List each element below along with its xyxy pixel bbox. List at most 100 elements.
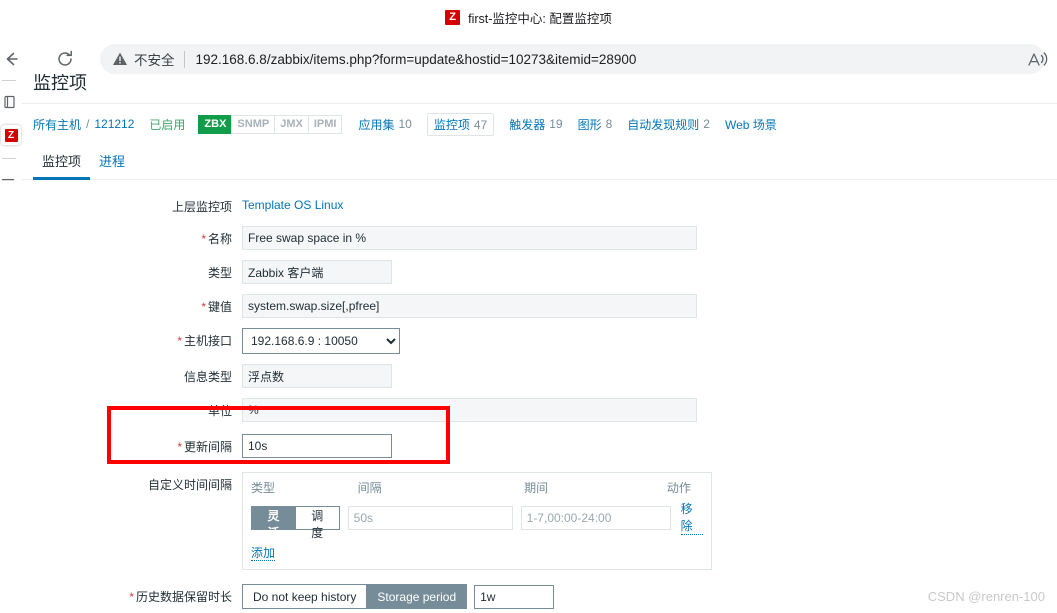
custom-interval-row: 灵活 调度 移除 xyxy=(251,500,703,540)
breadcrumb-items-label[interactable]: 监控项 xyxy=(434,116,470,133)
history-do-not-keep[interactable]: Do not keep history xyxy=(243,585,367,608)
custom-intervals-table: 类型 间隔 期间 动作 灵活 调度 移除 xyxy=(242,472,712,570)
interval-type-scheduled[interactable]: 调度 xyxy=(295,506,339,540)
field-parent-item: 上层监控项 Template OS Linux xyxy=(22,194,1057,216)
zabbix-favicon-icon: Z xyxy=(445,9,461,25)
breadcrumb-graphs-label[interactable]: 图形 xyxy=(578,116,602,133)
breadcrumb: 所有主机 / 121212 已启用 ZBX SNMP JMX IPMI 应用集 … xyxy=(22,104,1057,144)
units-label: 单位 xyxy=(207,404,232,418)
url-text[interactable]: 192.168.6.8/zabbix/items.php?form=update… xyxy=(196,52,1040,67)
breadcrumb-graphs-count: 8 xyxy=(605,117,613,131)
address-bar[interactable]: 不安全 192.168.6.8/zabbix/items.php?form=up… xyxy=(100,44,1045,74)
host-status-label[interactable]: 已启用 xyxy=(149,116,185,133)
breadcrumb-items-count: 47 xyxy=(473,117,488,132)
required-marker: * xyxy=(177,440,182,454)
page-header: 监控项 xyxy=(22,74,1057,104)
history-mode-toggle: Do not keep history Storage period xyxy=(242,584,468,609)
badge-jmx: JMX xyxy=(274,114,309,134)
read-aloud-icon[interactable] xyxy=(1025,48,1051,72)
browser-tab[interactable]: Z first-监控中心: 配置监控项 xyxy=(0,0,1057,34)
interval-type-flexible[interactable]: 灵活 xyxy=(252,506,295,540)
field-history: * 历史数据保留时长 Do not keep history Storage pe… xyxy=(22,584,1057,609)
key-label-text: 键值 xyxy=(207,300,232,314)
breadcrumb-applications-count: 10 xyxy=(398,117,412,131)
units-input[interactable] xyxy=(242,398,697,422)
breadcrumb-all-hosts[interactable]: 所有主机 xyxy=(33,116,81,133)
rail-divider-top xyxy=(2,80,16,81)
breadcrumb-item-graphs[interactable]: 图形 8 xyxy=(578,116,613,133)
page-title: 监控项 xyxy=(33,74,87,93)
add-interval-link[interactable]: 添加 xyxy=(251,546,276,561)
breadcrumb-host-name[interactable]: 121212 xyxy=(94,117,134,131)
browser-side-rail: Z xyxy=(0,80,22,613)
breadcrumb-item-items[interactable]: 监控项 47 xyxy=(426,112,495,136)
update-interval-label: * 更新间隔 xyxy=(22,434,242,455)
breadcrumb-triggers-label[interactable]: 触发器 xyxy=(509,116,545,133)
tab-item[interactable]: 监控项 xyxy=(33,151,91,180)
type-input[interactable] xyxy=(242,260,392,284)
update-interval-input[interactable] xyxy=(242,434,392,458)
more-rail-icon[interactable] xyxy=(2,168,16,181)
type-label: 类型 xyxy=(207,266,232,280)
required-marker: * xyxy=(129,590,134,604)
name-input[interactable] xyxy=(242,226,697,250)
badge-ipmi: IPMI xyxy=(307,114,343,134)
watermark: CSDN @renren-100 xyxy=(927,589,1045,604)
parent-item-label: 上层监控项 xyxy=(171,200,232,214)
key-label: * 键值 xyxy=(22,294,242,315)
history-storage-input[interactable] xyxy=(474,584,555,609)
collections-icon[interactable] xyxy=(2,94,18,110)
warning-triangle-icon xyxy=(112,51,128,67)
breadcrumb-item-applications[interactable]: 应用集 10 xyxy=(358,116,411,133)
zabbix-site-shortcut[interactable]: Z xyxy=(1,125,21,145)
field-name: * 名称 xyxy=(22,226,1057,250)
tab-process[interactable]: 进程 xyxy=(90,151,134,179)
required-marker: * xyxy=(177,334,182,348)
field-update-interval: * 更新间隔 xyxy=(22,434,1057,458)
add-interval-row: 添加 xyxy=(251,544,703,561)
item-form: 上层监控项 Template OS Linux *名称 类型 *键值 *主机接口 xyxy=(22,180,1057,613)
breadcrumb-item-web[interactable]: Web 场景 xyxy=(725,116,777,133)
breadcrumb-applications-label[interactable]: 应用集 xyxy=(358,116,394,133)
period-value-input[interactable] xyxy=(520,505,671,530)
custom-intervals-header: 类型 间隔 期间 动作 xyxy=(251,479,703,496)
value-type-label: 信息类型 xyxy=(183,370,232,384)
breadcrumb-discovery-count: 2 xyxy=(703,117,710,131)
col-header-action: 动作 xyxy=(666,481,691,495)
breadcrumb-item-triggers[interactable]: 触发器 19 xyxy=(509,116,562,133)
tab-bar: 监控项 进程 xyxy=(22,144,1057,180)
zabbix-favicon-icon: Z xyxy=(4,128,18,142)
zabbix-page: 监控项 所有主机 / 121212 已启用 ZBX SNMP JMX IPMI … xyxy=(22,74,1057,613)
field-value-type: 信息类型 xyxy=(22,364,1057,388)
value-type-input[interactable] xyxy=(242,364,392,388)
remove-interval-link[interactable]: 移除 xyxy=(680,500,703,535)
badge-zbx: ZBX xyxy=(198,114,233,134)
reload-icon[interactable] xyxy=(48,44,82,74)
back-arrow-icon[interactable] xyxy=(0,44,28,74)
history-storage-period[interactable]: Storage period xyxy=(367,585,467,608)
col-header-period: 期间 xyxy=(524,481,549,495)
field-custom-intervals: 自定义时间间隔 类型 间隔 期间 动作 灵活 调度 50s 1-7,00:00-… xyxy=(22,472,1057,570)
breadcrumb-item-discovery[interactable]: 自动发现规则 2 xyxy=(627,116,710,133)
parent-item-link[interactable]: Template OS Linux xyxy=(242,198,343,212)
history-label: * 历史数据保留时长 xyxy=(22,584,242,605)
history-label-text: 历史数据保留时长 xyxy=(135,590,232,604)
field-host-interface: * 主机接口 192.168.6.9 : 10050 xyxy=(22,328,1057,354)
browser-tab-title: first-监控中心: 配置监控项 xyxy=(468,11,612,26)
custom-intervals-label: 自定义时间间隔 xyxy=(147,478,232,492)
name-label: * 名称 xyxy=(22,226,242,247)
interval-value-input[interactable] xyxy=(347,505,513,530)
update-interval-label-text: 更新间隔 xyxy=(183,440,232,454)
rail-divider-bottom xyxy=(2,158,16,159)
key-input[interactable] xyxy=(242,294,697,318)
name-label-text: 名称 xyxy=(207,232,232,246)
badge-snmp: SNMP xyxy=(231,114,276,134)
host-interface-select[interactable]: 192.168.6.9 : 10050 xyxy=(242,328,400,354)
breadcrumb-separator: / xyxy=(86,117,90,131)
col-header-interval: 间隔 xyxy=(357,481,382,495)
required-marker: * xyxy=(201,300,206,314)
breadcrumb-web-label[interactable]: Web 场景 xyxy=(725,116,777,133)
breadcrumb-discovery-label[interactable]: 自动发现规则 xyxy=(627,116,699,133)
field-units: 单位 xyxy=(22,398,1057,422)
field-type: 类型 xyxy=(22,260,1057,284)
